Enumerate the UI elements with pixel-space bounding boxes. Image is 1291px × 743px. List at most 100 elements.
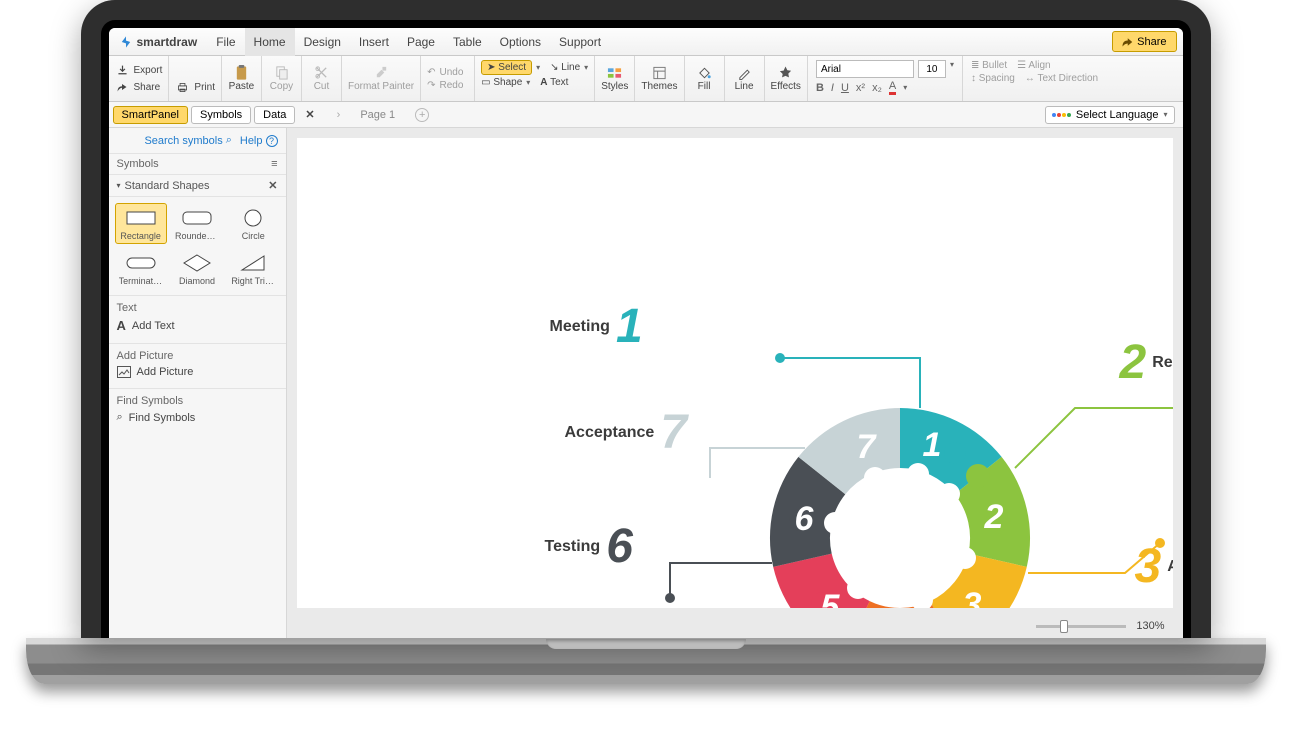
svg-text:3: 3 — [962, 586, 981, 608]
text-icon: A — [117, 318, 126, 333]
picture-section: Add Picture Add Picture — [109, 343, 286, 388]
tab-symbols[interactable]: Symbols — [191, 106, 251, 124]
text-section: Text A Add Text — [109, 295, 286, 343]
shape-rectangle[interactable]: Rectangle — [115, 203, 167, 244]
menu-options[interactable]: Options — [491, 28, 550, 56]
align-button[interactable]: ☰ Align — [1017, 60, 1050, 71]
prev-page-button[interactable]: › — [337, 109, 341, 121]
page-tab[interactable]: Page 1 — [360, 109, 395, 121]
shape-diamond[interactable]: Diamond — [171, 248, 223, 289]
add-picture-button[interactable]: Add Picture — [117, 362, 278, 382]
help-icon: ? — [266, 135, 278, 147]
brand-logo-icon — [119, 35, 133, 49]
add-page-button[interactable]: + — [415, 108, 429, 122]
terminator-icon — [124, 253, 158, 273]
menu-insert[interactable]: Insert — [350, 28, 398, 56]
tab-data[interactable]: Data — [254, 106, 295, 124]
menu-table[interactable]: Table — [444, 28, 491, 56]
step-2-callout[interactable]: 2 Requirements — [1120, 339, 1173, 387]
svg-text:1: 1 — [922, 426, 941, 464]
line-dropdown[interactable]: ▾ — [584, 63, 588, 72]
select-dropdown[interactable]: ▾ — [536, 63, 540, 72]
menu-support[interactable]: Support — [550, 28, 610, 56]
paragraph-group: ≣ Bullet ☰ Align ↕ Spacing ↔ Text Direct… — [963, 56, 1106, 101]
step-6-callout[interactable]: 6 Testing — [545, 523, 633, 571]
underline-button[interactable]: U — [841, 82, 849, 94]
font-size-dropdown[interactable]: ▾ — [950, 60, 954, 78]
effects-button[interactable]: Effects — [765, 56, 808, 101]
menu-icon[interactable]: ≡ — [271, 158, 277, 170]
print-group: X Print — [169, 56, 222, 101]
rectangle-icon — [124, 208, 158, 228]
shapes-header[interactable]: ▾Standard Shapes ✕ — [109, 175, 286, 197]
add-text-button[interactable]: A Add Text — [117, 314, 278, 337]
shape-dropdown[interactable]: ▾ — [526, 78, 530, 87]
close-pane-button[interactable]: ✕ — [299, 108, 320, 121]
shape-terminate[interactable]: Terminate... — [115, 248, 167, 289]
google-icon — [1052, 113, 1071, 117]
menu-design[interactable]: Design — [295, 28, 350, 56]
copy-button[interactable]: Copy — [262, 56, 302, 101]
menu-page[interactable]: Page — [398, 28, 444, 56]
shape-right-triangle[interactable]: Right Tria... — [227, 248, 279, 289]
diamond-icon — [180, 253, 214, 273]
bullet-button[interactable]: ≣ Bullet — [971, 60, 1007, 71]
paste-button[interactable]: Paste — [222, 56, 262, 101]
tab-smartpanel[interactable]: SmartPanel — [113, 106, 188, 124]
clipboard-icon — [234, 65, 249, 80]
search-symbols-link[interactable]: Search symbols ⌕ — [144, 134, 231, 147]
font-color-button[interactable]: A — [889, 80, 896, 95]
shape-grid: Rectangle Rounded... Circle Terminate... — [109, 197, 286, 295]
line-style-button[interactable]: Line — [725, 56, 765, 101]
menu-file[interactable]: File — [207, 28, 244, 56]
text-tool-button[interactable]: A Text — [540, 77, 568, 88]
language-selector[interactable]: Select Language ▾ — [1045, 106, 1175, 124]
close-shapes-button[interactable]: ✕ — [268, 179, 277, 192]
print-button2[interactable]: Print — [175, 80, 215, 95]
share-row-button[interactable]: Share — [115, 80, 161, 95]
symbols-header[interactable]: Symbols ≡ — [109, 153, 286, 175]
superscript-button[interactable]: x² — [856, 82, 865, 94]
svg-text:6: 6 — [794, 500, 814, 538]
font-group: ▾ B I U x² x₂ A ▾ — [808, 56, 963, 101]
styles-button[interactable]: Styles — [595, 56, 635, 101]
laptop-base — [26, 638, 1266, 684]
spacing-button[interactable]: ↕ Spacing — [971, 73, 1015, 84]
styles-icon — [607, 65, 622, 80]
font-size-input[interactable] — [918, 60, 946, 78]
font-color-dropdown[interactable]: ▾ — [903, 83, 907, 92]
svg-text:2: 2 — [983, 498, 1003, 536]
step-7-callout[interactable]: 7 Acceptance — [565, 409, 688, 457]
pagebar: › Page 1 + — [321, 108, 1045, 122]
subscript-button[interactable]: x₂ — [872, 82, 882, 94]
shape-tool-button[interactable]: ▭ Shape — [481, 77, 522, 88]
triangle-icon — [236, 253, 270, 273]
fill-button[interactable]: Fill — [685, 56, 725, 101]
cut-button[interactable]: Cut — [302, 56, 342, 101]
undo-button[interactable]: ↶Undo — [427, 67, 463, 78]
find-section: Find Symbols ⌕ Find Symbols — [109, 388, 286, 434]
select-tool-button[interactable]: ➤ Select — [481, 60, 532, 75]
font-name-input[interactable] — [816, 60, 914, 78]
text-direction-button[interactable]: ↔ Text Direction — [1025, 73, 1098, 84]
canvas-wrap: 1 2 3 4 5 6 7 4 — [287, 128, 1183, 638]
export-button[interactable]: Export — [115, 63, 163, 78]
step-3-callout[interactable]: 3 Analysis — [1135, 543, 1173, 591]
italic-button[interactable]: I — [831, 82, 834, 94]
find-symbols-button[interactable]: ⌕ Find Symbols — [117, 407, 278, 428]
menu-home[interactable]: Home — [245, 28, 295, 56]
share-button[interactable]: Share — [1112, 31, 1176, 52]
line-tool-button[interactable]: ↘ Line — [550, 62, 580, 73]
shape-rounded[interactable]: Rounded... — [171, 203, 223, 244]
bold-button[interactable]: B — [816, 82, 824, 94]
help-link[interactable]: Help ? — [240, 135, 278, 147]
canvas[interactable]: 1 2 3 4 5 6 7 4 — [297, 138, 1173, 608]
format-painter-button[interactable]: Format Painter — [342, 56, 421, 101]
step-1-callout[interactable]: 1 Meeting — [550, 303, 643, 351]
search-icon: ⌕ — [117, 411, 123, 424]
shape-circle[interactable]: Circle — [227, 203, 279, 244]
redo-button[interactable]: ↷Redo — [427, 80, 463, 91]
sidebar: Search symbols ⌕ Help ? Symbols ≡ ▾Stand… — [109, 128, 287, 638]
zoom-slider[interactable] — [1036, 625, 1126, 628]
themes-button[interactable]: Themes — [635, 56, 684, 101]
